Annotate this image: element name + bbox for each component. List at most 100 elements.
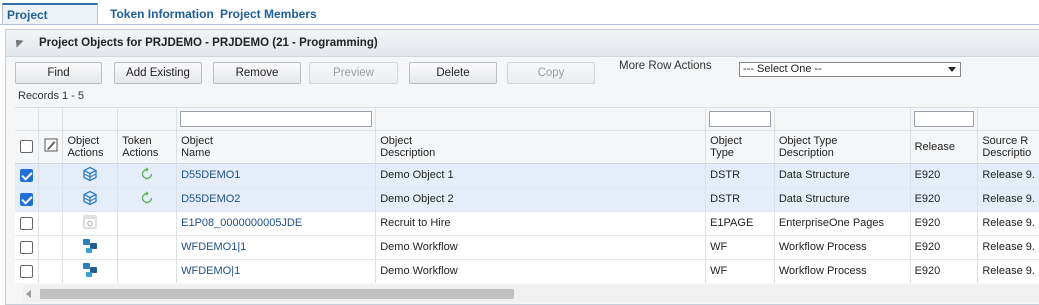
object-type-filter-input[interactable] [709, 110, 771, 127]
edit-columns-icon[interactable] [44, 138, 58, 152]
more-row-actions-value: --- Select One -- [743, 63, 822, 75]
row-select-cell [15, 211, 40, 236]
token-actions-cell [117, 211, 178, 236]
table-row[interactable]: WFDEMO|1 Demo Workflow WF Workflow Process E… [15, 259, 1039, 283]
release-cell: E920 [910, 163, 979, 188]
workflow-icon[interactable] [82, 238, 98, 257]
object-description-cell: Demo Workflow [375, 259, 707, 283]
more-row-actions-label: More Row Actions [619, 60, 712, 72]
object-name-link[interactable]: D55DEMO1 [181, 169, 240, 181]
tab-divider [0, 24, 1039, 25]
find-button[interactable]: Find [15, 62, 102, 84]
scrollbar-thumb[interactable] [40, 289, 514, 299]
column-header-line-2: Actions [67, 146, 104, 159]
row-checkbox[interactable] [20, 216, 34, 230]
column-chooser-cell [38, 130, 64, 164]
object-name-link[interactable]: D55DEMO2 [181, 193, 240, 205]
row-checkbox[interactable] [20, 240, 34, 254]
column-header-line-1: Source R [982, 134, 1029, 147]
delete-button[interactable]: Delete [409, 62, 497, 84]
remove-button[interactable]: Remove [213, 62, 301, 84]
panel-header: Project Objects for PRJDEMO - PRJDEMO (2… [6, 30, 1039, 57]
table-row[interactable]: D55DEMO2 Demo Object 2 DSTR Data Structure E… [15, 187, 1039, 212]
more-row-actions-select[interactable]: --- Select One -- [739, 62, 961, 77]
preview-button[interactable]: Preview [309, 62, 398, 84]
add-existing-button[interactable]: Add Existing [114, 62, 202, 84]
column-header-line-1: Object [181, 134, 213, 147]
token-actions-cell [117, 235, 178, 260]
scroll-left-arrow-icon[interactable] [26, 290, 31, 298]
workflow-icon[interactable] [82, 262, 98, 281]
token-actions-cell [117, 259, 178, 283]
object-name-cell: D55DEMO2 [176, 187, 377, 212]
row-checkbox[interactable] [20, 192, 34, 206]
copy-button[interactable]: Copy [507, 62, 595, 84]
object-type-cell: DSTR [705, 163, 775, 188]
column-header-line-1: Object [67, 134, 100, 147]
page-icon[interactable] [82, 215, 98, 233]
source-release-cell: Release 9. [977, 259, 1039, 283]
object-type-description-cell: Workflow Process [774, 259, 911, 283]
object-name-link[interactable]: WFDEMO1|1 [181, 241, 246, 253]
object-type-description-cell: EnterpriseOne Pages [774, 211, 911, 236]
column-header-object-description[interactable]: Object Description [375, 130, 707, 164]
row-select-cell [15, 163, 40, 188]
tab-bar: Project Objects Token Information Projec… [0, 0, 1039, 42]
refresh-token-icon[interactable] [139, 166, 155, 185]
row-spacer-cell [38, 211, 64, 236]
object-name-cell: E1P08_0000000005JDE [176, 211, 377, 236]
object-name-cell: WFDEMO|1 [176, 259, 377, 283]
preview-button-label: Preview [333, 67, 374, 79]
row-spacer-cell [38, 235, 64, 260]
release-filter-input[interactable] [913, 110, 975, 127]
copy-button-label: Copy [537, 67, 565, 79]
object-name-filter-input[interactable] [180, 110, 373, 127]
token-actions-cell [117, 187, 178, 212]
select-all-checkbox[interactable] [20, 140, 34, 153]
data-structure-icon[interactable] [82, 166, 98, 185]
source-release-cell: Release 9. [977, 211, 1039, 236]
refresh-token-icon[interactable] [139, 190, 155, 209]
release-cell: E920 [910, 259, 979, 283]
row-checkbox[interactable] [20, 168, 34, 182]
add-existing-button-label: Add Existing [126, 67, 190, 79]
column-header-object-type-description[interactable]: Object Type Description [774, 130, 911, 164]
row-checkbox[interactable] [20, 264, 34, 278]
object-type-cell: DSTR [705, 187, 775, 212]
column-header-line-1: Object [710, 134, 742, 147]
object-description-cell: Demo Workflow [375, 235, 707, 260]
source-release-cell: Release 9. [977, 235, 1039, 260]
object-name-link[interactable]: E1P08_0000000005JDE [181, 217, 302, 229]
row-spacer-cell [38, 187, 64, 212]
table-row[interactable]: WFDEMO1|1 Demo Workflow WF Workflow Process… [15, 235, 1039, 260]
filter-row [15, 108, 1039, 131]
object-type-cell: WF [705, 259, 775, 283]
table-row[interactable]: E1P08_0000000005JDE Recruit to Hire E1PAGE… [15, 211, 1039, 236]
object-name-link[interactable]: WFDEMO|1 [181, 265, 240, 277]
horizontal-scrollbar[interactable] [23, 285, 1039, 302]
table-row[interactable]: D55DEMO1 Demo Object 1 DSTR Data Structure E… [15, 163, 1039, 188]
object-actions-cell [62, 259, 119, 283]
row-select-cell [15, 187, 40, 212]
panel-title: Project Objects for PRJDEMO - PRJDEMO (2… [39, 37, 378, 49]
object-name-cell: WFDEMO1|1 [176, 235, 377, 260]
header-row: Object Actions Token Actions Object Name Ob… [15, 130, 1039, 164]
data-structure-icon[interactable] [82, 190, 98, 209]
collapse-triangle-icon[interactable] [12, 36, 24, 48]
object-type-cell: WF [705, 235, 775, 260]
object-type-description-cell: Data Structure [774, 187, 911, 212]
column-header-release[interactable]: Release [910, 130, 979, 164]
column-header-object-actions[interactable]: Object Actions [62, 130, 119, 164]
object-description-cell: Demo Object 2 [375, 187, 707, 212]
object-actions-cell [62, 211, 119, 236]
column-header-source-release[interactable]: Source R Descriptio [977, 130, 1039, 164]
tab-token-information[interactable]: Token Information [106, 4, 218, 25]
column-header-token-actions[interactable]: Token Actions [117, 130, 178, 164]
row-select-cell [15, 259, 40, 283]
tab-project-members[interactable]: Project Members [216, 4, 321, 25]
row-select-cell [15, 235, 40, 260]
column-header-line-1: Object Type [778, 134, 838, 147]
tab-project-objects[interactable]: Project Objects [2, 3, 98, 42]
column-header-object-name[interactable]: Object Name [176, 130, 377, 164]
column-header-object-type[interactable]: Object Type [705, 130, 775, 164]
